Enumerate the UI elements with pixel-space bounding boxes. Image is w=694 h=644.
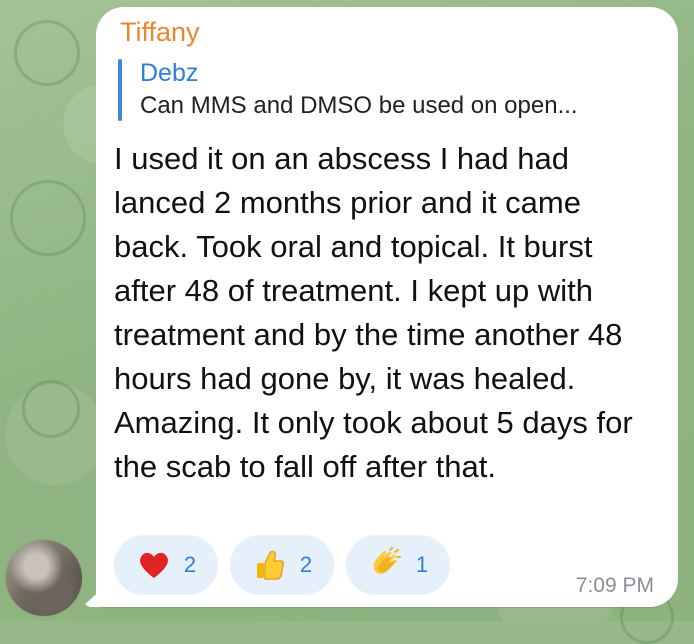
reaction-count: 2 (299, 552, 313, 577)
message-text: I used it on an abscess I had had lanced… (114, 141, 633, 484)
reaction-count: 1 (415, 552, 429, 577)
reaction-clapping-hands[interactable]: 1 (346, 535, 450, 595)
reply-snippet: Can MMS and DMSO be used on open... (140, 92, 578, 119)
reply-author: Debz (140, 59, 199, 87)
clapping-hands-icon (368, 547, 404, 583)
avatar[interactable] (6, 540, 82, 616)
reply-preview[interactable]: Debz Can MMS and DMSO be used on open... (116, 59, 656, 121)
background-doodle-2 (10, 180, 86, 256)
message-timestamp: 7:09 PM (575, 574, 654, 597)
heart-icon (136, 547, 172, 583)
background-doodle-3 (22, 380, 80, 438)
reaction-count: 2 (183, 552, 197, 577)
message-bubble[interactable]: Tiffany Debz Can MMS and DMSO be used on… (96, 7, 678, 607)
reaction-thumbs-up[interactable]: 2 (230, 535, 334, 595)
reply-accent-bar (118, 59, 122, 121)
thumbs-up-icon (252, 547, 288, 583)
background-doodle-1 (14, 20, 80, 86)
reaction-heart[interactable]: 2 (114, 535, 218, 595)
reactions-bar: 2 2 1 (114, 535, 450, 595)
sender-name[interactable]: Tiffany (120, 17, 200, 47)
